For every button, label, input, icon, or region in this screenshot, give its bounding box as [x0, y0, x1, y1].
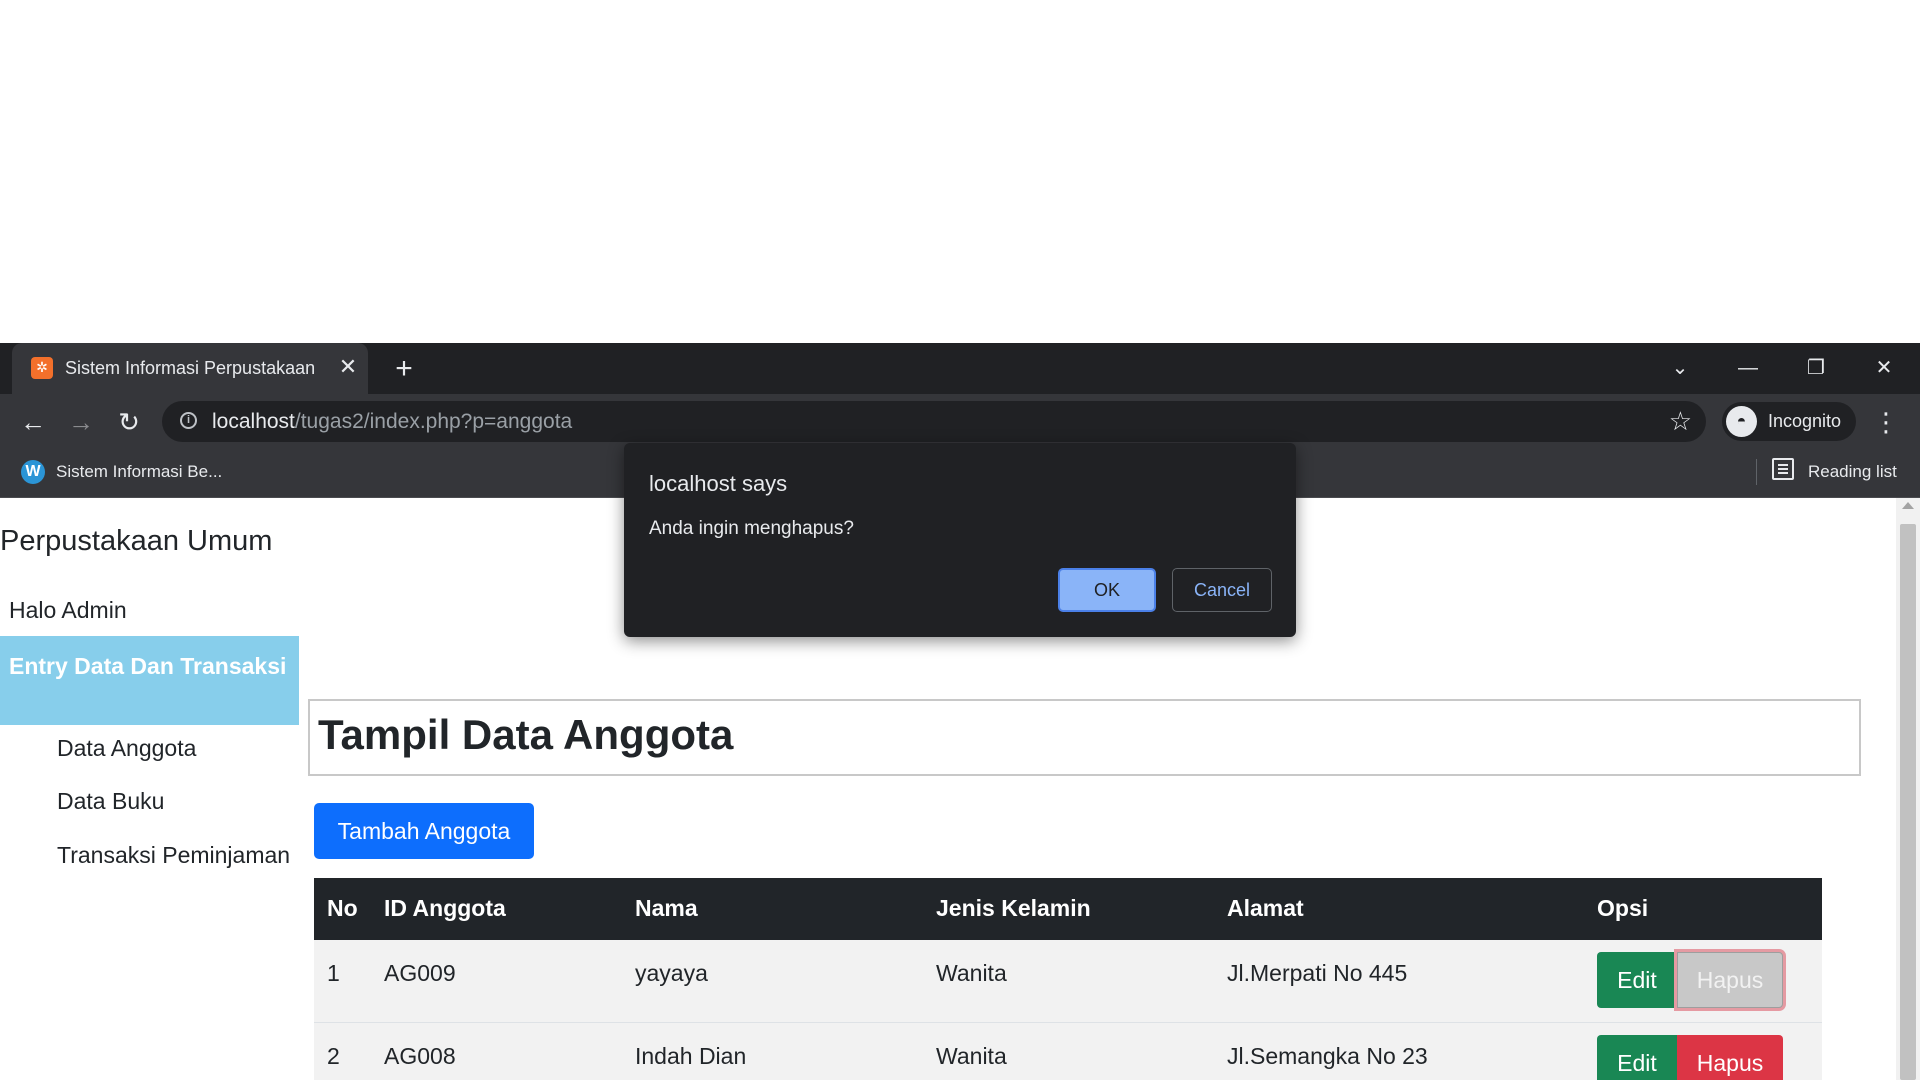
blank-area [0, 0, 1920, 343]
sidebar-item-data-buku[interactable]: Data Buku [57, 788, 164, 815]
cell-jenis-kelamin: Wanita [936, 1043, 1007, 1069]
members-table: No ID Anggota Nama Jenis Kelamin Alamat … [314, 878, 1822, 1080]
cell-alamat: Jl.Merpati No 445 [1227, 960, 1408, 986]
add-member-button[interactable]: Tambah Anggota [314, 803, 534, 859]
url-host: localhost [212, 410, 295, 433]
ok-button[interactable]: OK [1058, 568, 1156, 612]
cell-id: AG008 [384, 1043, 456, 1069]
forward-icon[interactable]: → [64, 405, 98, 439]
tab-strip: ✲ Sistem Informasi Perpustakaan ✕ + ⌄ — … [0, 343, 1920, 394]
reload-icon[interactable]: ↻ [112, 405, 146, 439]
header-jenis-kelamin: Jenis Kelamin [936, 895, 1091, 921]
cell-id: AG009 [384, 960, 456, 986]
confirm-dialog: localhost says Anda ingin menghapus? OK … [624, 443, 1296, 637]
page-heading-box: Tampil Data Anggota [308, 699, 1861, 776]
cell-no: 2 [327, 1043, 340, 1069]
site-title: Perpustakaan Umum [0, 525, 273, 557]
delete-button[interactable]: Hapus [1677, 952, 1783, 1008]
header-nama: Nama [635, 895, 698, 921]
cell-nama: Indah Dian [635, 1043, 747, 1069]
header-no: No [327, 895, 358, 921]
edit-button[interactable]: Edit [1597, 952, 1677, 1008]
url-path: /tugas2/index.php?p=anggota [294, 410, 573, 433]
sidebar-active-section[interactable]: Entry Data Dan Transaksi [0, 636, 299, 725]
browser-toolbar: ← → ↻ i localhost/tugas2/index.php?p=ang… [0, 394, 1920, 449]
dialog-title: localhost says [649, 471, 788, 496]
restore-icon[interactable]: ❐ [1796, 351, 1836, 385]
bookmarks-divider [1756, 459, 1757, 485]
sidebar-item-transaksi-peminjaman[interactable]: Transaksi Peminjaman [57, 842, 290, 869]
sidebar-item-data-anggota[interactable]: Data Anggota [57, 735, 196, 762]
tab-search-icon[interactable]: ⌄ [1660, 351, 1700, 385]
minimize-icon[interactable]: — [1728, 351, 1768, 385]
greeting: Halo Admin [9, 597, 127, 623]
header-id: ID Anggota [384, 895, 506, 921]
active-section-label: Entry Data Dan Transaksi [9, 653, 287, 679]
scroll-thumb[interactable] [1900, 524, 1916, 1080]
xampp-icon: ✲ [31, 357, 53, 379]
table-row: 1 AG009 yayaya Wanita Jl.Merpati No 445 … [314, 940, 1822, 1023]
cell-jenis-kelamin: Wanita [936, 960, 1007, 986]
browser-menu-icon[interactable]: ⋮ [1872, 405, 1900, 439]
table-header: No ID Anggota Nama Jenis Kelamin Alamat … [314, 878, 1822, 940]
browser-tab[interactable]: ✲ Sistem Informasi Perpustakaan ✕ [12, 343, 368, 394]
incognito-badge[interactable]: ◓ Incognito [1722, 402, 1856, 441]
reading-list-icon[interactable] [1772, 458, 1794, 480]
page-scrollbar[interactable] [1896, 498, 1920, 1080]
cancel-button[interactable]: Cancel [1172, 568, 1272, 612]
cell-alamat: Jl.Semangka No 23 [1227, 1043, 1428, 1069]
header-opsi: Opsi [1597, 895, 1649, 921]
back-icon[interactable]: ← [16, 405, 50, 439]
cell-no: 1 [327, 960, 340, 986]
dialog-message: Anda ingin menghapus? [649, 518, 854, 539]
bookmark-label[interactable]: Sistem Informasi Be... [56, 462, 222, 482]
bookmark-star-icon[interactable]: ☆ [1669, 405, 1692, 437]
header-alamat: Alamat [1227, 895, 1304, 921]
delete-button[interactable]: Hapus [1677, 1035, 1783, 1080]
url-text[interactable]: localhost/tugas2/index.php?p=anggota [212, 410, 572, 434]
edit-button[interactable]: Edit [1597, 1035, 1677, 1080]
page-title: Tampil Data Anggota [318, 711, 734, 758]
incognito-icon: ◓ [1726, 406, 1757, 437]
close-tab-icon[interactable]: ✕ [334, 353, 362, 381]
new-tab-icon[interactable]: + [388, 353, 420, 385]
site-info-icon[interactable]: i [180, 412, 197, 429]
cell-nama: yayaya [635, 960, 708, 986]
reading-list-label[interactable]: Reading list [1808, 462, 1897, 482]
scroll-up-arrow-icon[interactable] [1902, 502, 1914, 509]
tab-title: Sistem Informasi Perpustakaan [65, 358, 316, 378]
close-window-icon[interactable]: ✕ [1864, 351, 1904, 385]
address-bar[interactable]: i localhost/tugas2/index.php?p=anggota ☆ [162, 401, 1706, 442]
wordpress-icon[interactable]: W [21, 460, 45, 484]
incognito-label: Incognito [1768, 411, 1842, 431]
table-row: 2 AG008 Indah Dian Wanita Jl.Semangka No… [314, 1023, 1822, 1080]
